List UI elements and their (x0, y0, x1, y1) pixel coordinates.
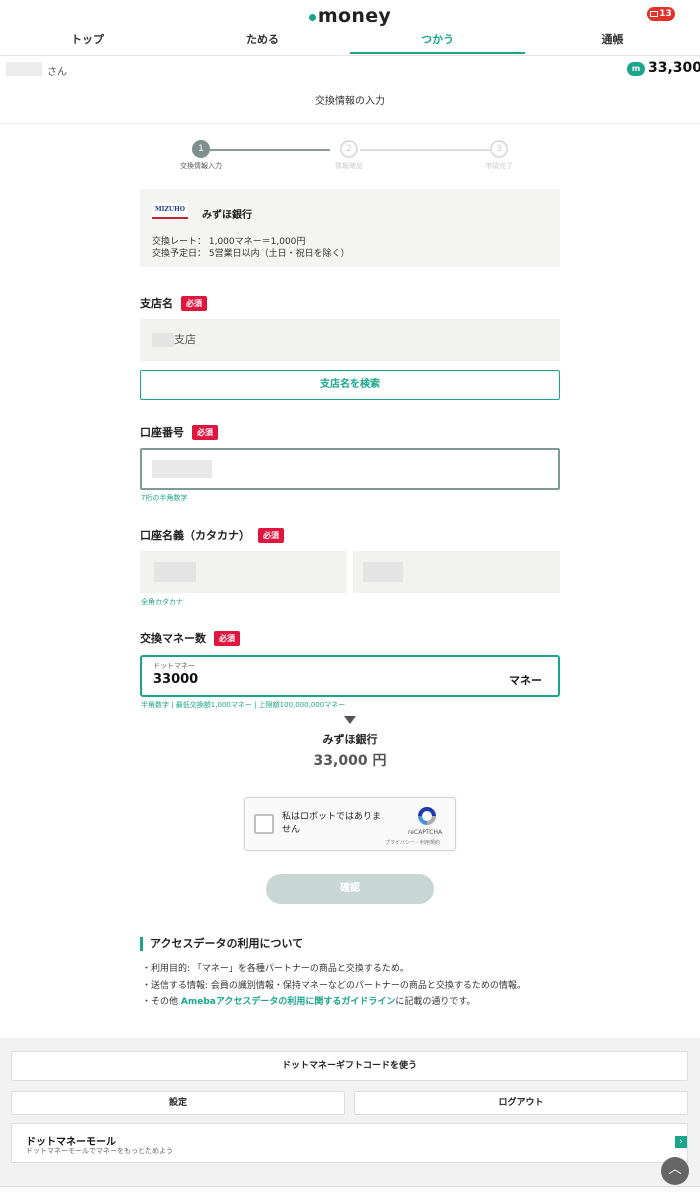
guideline-link[interactable]: Amebaアクセスデータの利用に関するガイドライン (181, 997, 396, 1007)
account-name-label: 口座名義（カタカナ） 必須 (140, 527, 284, 543)
tab-passbook[interactable]: 通帳 (525, 30, 700, 54)
step-1-circle: 1 (192, 140, 210, 158)
account-number-hint: 7桁の半角数字 (141, 494, 188, 502)
sei-redacted (154, 562, 196, 582)
required-badge: 必須 (181, 296, 207, 311)
user-bar: さん m 33,300 (0, 56, 700, 84)
user-suffix: さん (47, 67, 67, 78)
bank-info-card: MIZUHO みずほ銀行 交換レート： 1,000マネー＝1,000円 交換予定… (140, 189, 560, 267)
main-tabs: トップ ためる つかう 通帳 (0, 30, 700, 54)
page-title: 交換情報の入力 (0, 84, 700, 124)
logo-dot-icon (308, 14, 316, 21)
step-1-label: 交換情報入力 (180, 162, 222, 170)
step-connector (210, 149, 330, 151)
access-data-line-1: ・利用目的: 「マネー」を各種パートナーの商品と交換するため。 (142, 964, 409, 974)
step-2-circle: 2 (340, 140, 358, 158)
account-name-sei-input[interactable] (140, 551, 347, 593)
chevron-right-icon: › (675, 1136, 687, 1148)
money-balance[interactable]: 33,300 (648, 60, 700, 76)
gift-code-button[interactable]: ドットマネーギフトコードを使う (11, 1051, 688, 1081)
recaptcha-icon (418, 807, 436, 825)
user-name-redacted (6, 62, 42, 76)
step-3-circle: 3 (490, 140, 508, 158)
bottom-strip (0, 1186, 700, 1192)
required-badge: 必須 (214, 631, 240, 646)
destination-bank: みずほ銀行 (322, 733, 378, 746)
recaptcha-checkbox[interactable] (254, 814, 274, 834)
mail-badge[interactable]: 13 (647, 7, 675, 21)
money-logo[interactable]: money (0, 5, 700, 27)
recaptcha-brand: reCAPTCHA (408, 829, 443, 836)
branch-redacted (152, 333, 174, 347)
logout-button[interactable]: ログアウト (354, 1091, 688, 1115)
scroll-to-top-icon[interactable]: ︿ (661, 1157, 689, 1185)
progress-stepper: 1 2 3 交換情報入力 情報確認 申請完了 (170, 140, 530, 180)
account-number-redacted (152, 460, 212, 478)
tab-earn[interactable]: ためる (175, 30, 350, 54)
branch-search-button[interactable]: 支店名を検索 (140, 370, 560, 400)
arrow-down-icon (344, 716, 356, 724)
destination-amount: 33,000 円 (313, 753, 387, 769)
branch-value-suffix: 支店 (174, 333, 196, 346)
recaptcha-links[interactable]: プライバシー - 利用規約 (385, 839, 440, 846)
access-data-title: アクセスデータの利用について (140, 937, 303, 951)
amount-unit: マネー (509, 674, 542, 687)
amount-field-label: ドットマネー (153, 662, 195, 670)
required-badge: 必須 (258, 528, 284, 543)
header: money 13 トップ ためる つかう 通帳 (0, 0, 700, 56)
amount-value: 33000 (153, 672, 199, 687)
money-coin-icon: m (627, 62, 645, 76)
account-name-mei-input[interactable] (353, 551, 560, 593)
mei-redacted (363, 562, 403, 582)
step-connector (360, 149, 490, 151)
confirm-button[interactable]: 確認 (266, 874, 434, 904)
tab-use[interactable]: つかう (350, 30, 525, 54)
amount-label: 交換マネー数 必須 (140, 630, 240, 646)
exchange-schedule: 交換予定日： 5営業日以内（土日・祝日を除く） (152, 249, 350, 259)
account-number-input[interactable] (140, 448, 560, 490)
settings-button[interactable]: 設定 (11, 1091, 345, 1115)
required-badge: 必須 (192, 425, 218, 440)
mall-subtitle: ドットマネーモールでマネーをもっとためよう (26, 1147, 173, 1155)
tab-top[interactable]: トップ (0, 30, 175, 54)
account-name-hint: 全角カタカナ (141, 598, 183, 606)
amount-input[interactable]: ドットマネー 33000 マネー (140, 655, 560, 697)
money-mall-banner[interactable]: ドットマネーモール ドットマネーモールでマネーをもっとためよう › (11, 1123, 688, 1163)
branch-label: 支店名 必須 (140, 295, 207, 311)
access-data-line-2: ・送信する情報: 会員の識別情報・保持マネーなどのパートナーの商品と交換するため… (142, 981, 526, 991)
mail-count: 13 (659, 9, 672, 19)
recaptcha-text: 私はロボットではありません (282, 812, 382, 835)
account-number-label: 口座番号 必須 (140, 424, 218, 440)
step-2-label: 情報確認 (335, 162, 363, 170)
branch-field[interactable]: 支店 (140, 319, 560, 361)
bank-name: みずほ銀行 (202, 210, 252, 221)
mail-icon (650, 11, 659, 17)
access-data-line-3: ・その他 Amebaアクセスデータの利用に関するガイドラインに記載の通りです。 (142, 997, 476, 1007)
mizuho-logo: MIZUHO (152, 203, 188, 219)
recaptcha-widget: 私はロボットではありません reCAPTCHA プライバシー - 利用規約 (244, 797, 456, 851)
step-3-label: 申請完了 (485, 162, 513, 170)
amount-hint: 半角数字 | 最低交換額1,000マネー | 上限額100,000,000マネー (141, 701, 346, 709)
